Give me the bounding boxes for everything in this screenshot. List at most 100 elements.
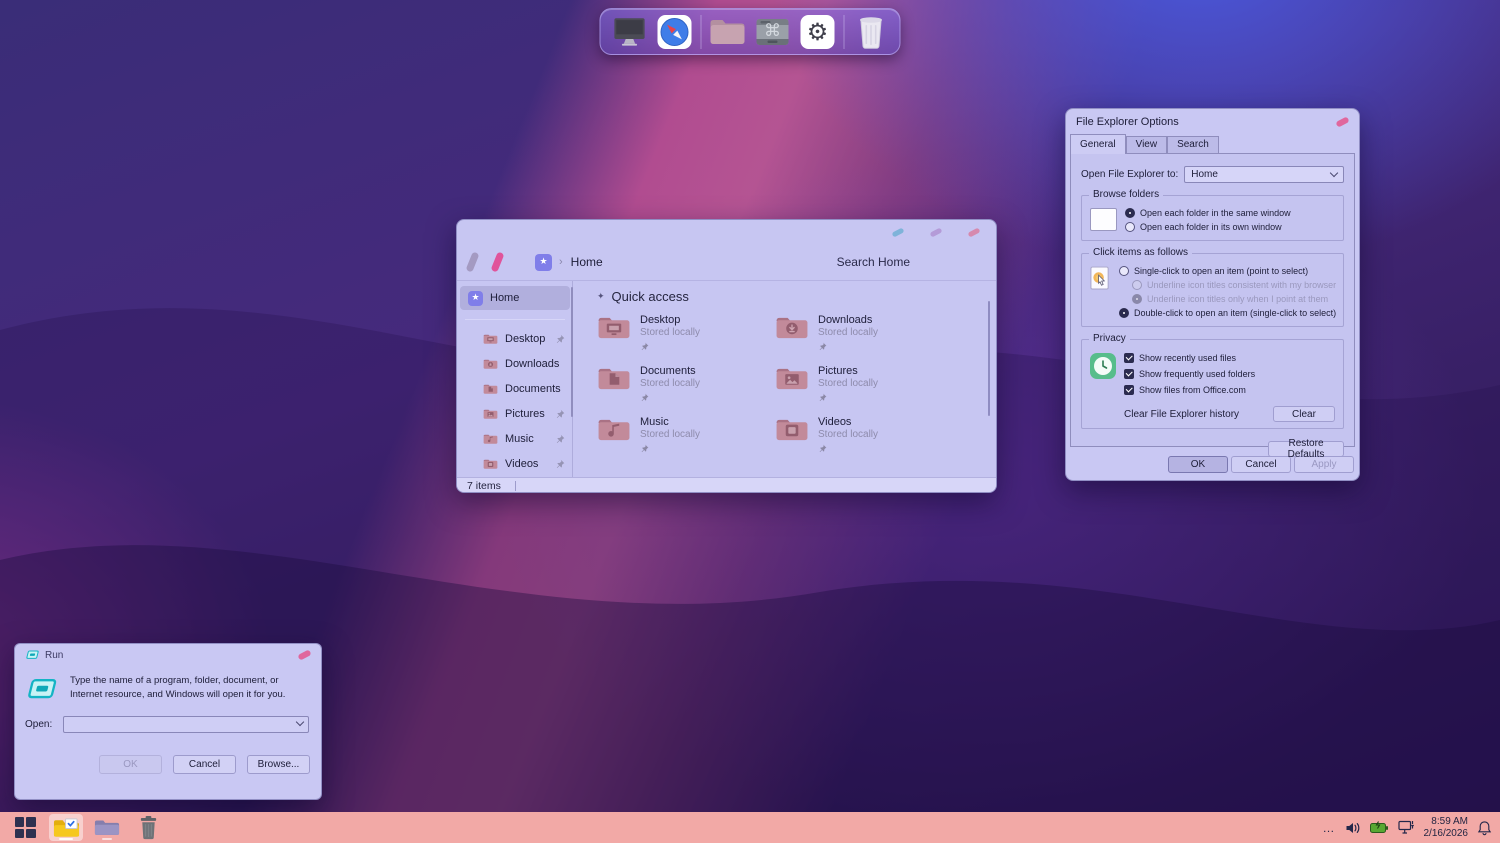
breadcrumb[interactable]: Home <box>571 255 603 269</box>
back-button[interactable] <box>466 251 480 272</box>
checkbox-office-files[interactable]: Show files from Office.com <box>1124 382 1335 398</box>
dialog-titlebar[interactable]: Run <box>15 644 321 666</box>
clear-history-label: Clear File Explorer history <box>1124 409 1239 420</box>
tray-overflow-icon[interactable]: … <box>1323 821 1336 835</box>
tile-music[interactable]: Music Stored locally <box>597 416 775 458</box>
tab-content: Open File Explorer to: Home Browse folde… <box>1070 153 1355 447</box>
cancel-button[interactable]: Cancel <box>173 755 236 774</box>
dialog-titlebar[interactable]: File Explorer Options <box>1066 109 1359 134</box>
pin-icon <box>818 393 827 402</box>
sidebar-item-downloads[interactable]: Downloads <box>457 351 573 376</box>
explorer-titlebar[interactable] <box>457 220 996 244</box>
sidebar-item-home[interactable]: ★ Home <box>460 286 570 310</box>
close-button[interactable] <box>1335 116 1349 127</box>
taskbar-trash-button[interactable] <box>131 814 165 841</box>
clear-button[interactable]: Clear <box>1273 406 1335 422</box>
running-indicator <box>102 838 112 840</box>
system-tray: … 8:59 AM 2/16/2026 <box>1323 816 1493 840</box>
notifications-bell-icon[interactable] <box>1477 820 1492 836</box>
tile-desktop[interactable]: Desktop Stored locally <box>597 314 775 356</box>
sidebar-item-label: Music <box>505 433 534 445</box>
checkbox-frequent-folders[interactable]: Show frequently used folders <box>1124 366 1335 382</box>
radio-underline-point: Underline icon titles only when I point … <box>1132 292 1335 306</box>
file-explorer-options-dialog: File Explorer Options General View Searc… <box>1065 108 1360 481</box>
tile-pictures[interactable]: Pictures Stored locally <box>775 365 953 407</box>
taskbar-clock[interactable]: 8:59 AM 2/16/2026 <box>1424 816 1469 840</box>
forward-button[interactable] <box>491 251 505 272</box>
group-title: Click items as follows <box>1089 247 1192 258</box>
tile-name: Downloads <box>818 314 878 326</box>
chevron-down-icon <box>1330 168 1338 176</box>
open-input[interactable] <box>63 716 309 733</box>
dock-divider <box>701 15 702 49</box>
dock-display-icon[interactable] <box>611 13 649 51</box>
dock-harddrive-icon[interactable]: ⌘ <box>754 13 792 51</box>
sidebar-item-documents[interactable]: Documents <box>457 376 573 401</box>
dock-trash-icon[interactable] <box>852 13 890 51</box>
radio-own-window[interactable]: Open each folder in its own window <box>1125 220 1335 234</box>
taskbar-folder-button[interactable] <box>90 814 124 841</box>
trash-icon <box>857 15 884 49</box>
tile-subtitle: Stored locally <box>818 429 878 440</box>
tile-name: Documents <box>640 365 700 377</box>
taskbar: … 8:59 AM 2/16/2026 <box>0 812 1500 843</box>
home-breadcrumb-icon[interactable]: ★ <box>535 254 552 271</box>
videos-folder-icon <box>483 458 498 470</box>
dock-folder-icon[interactable] <box>709 13 747 51</box>
checkbox-recent-files[interactable]: Show recently used files <box>1124 350 1335 366</box>
ok-button[interactable]: OK <box>1168 456 1228 473</box>
privacy-group: Privacy Show recently used files Show fr… <box>1081 339 1344 429</box>
tile-downloads[interactable]: Downloads Stored locally <box>775 314 953 356</box>
clock-date: 2/16/2026 <box>1424 828 1469 840</box>
open-to-dropdown[interactable]: Home <box>1184 166 1344 183</box>
tab-view[interactable]: View <box>1126 136 1168 153</box>
tile-documents[interactable]: Documents Stored locally <box>597 365 775 407</box>
sidebar-item-pictures[interactable]: Pictures <box>457 401 573 426</box>
tile-videos[interactable]: Videos Stored locally <box>775 416 953 458</box>
pin-icon <box>555 459 565 469</box>
dock-settings-icon[interactable]: ⚙ <box>799 13 837 51</box>
explorer-content: ✦ Quick access Desktop Stored locally Do… <box>573 281 996 477</box>
sidebar-item-label: Desktop <box>505 333 545 345</box>
radio-label: Open each folder in its own window <box>1140 222 1282 232</box>
sidebar-item-music[interactable]: Music <box>457 426 573 451</box>
pin-icon <box>818 444 827 453</box>
search-box[interactable]: Search Home <box>837 255 910 269</box>
taskbar-file-explorer-button[interactable] <box>49 814 83 841</box>
maximize-button[interactable] <box>930 227 943 237</box>
tile-name: Pictures <box>818 365 878 377</box>
status-divider <box>515 481 516 491</box>
pin-icon <box>555 409 565 419</box>
content-scrollbar[interactable] <box>988 301 990 416</box>
battery-icon[interactable] <box>1370 821 1389 834</box>
documents-folder-icon <box>483 383 498 395</box>
restore-defaults-button[interactable]: Restore Defaults <box>1268 441 1344 457</box>
radio-single-click[interactable]: Single-click to open an item (point to s… <box>1119 264 1335 278</box>
radio-icon <box>1119 308 1129 318</box>
tab-search[interactable]: Search <box>1167 136 1219 153</box>
section-title[interactable]: Quick access <box>612 289 689 304</box>
minimize-button[interactable] <box>892 227 905 237</box>
dock-safari-icon[interactable] <box>656 13 694 51</box>
tile-name: Videos <box>818 416 878 428</box>
radio-same-window[interactable]: Open each folder in the same window <box>1125 206 1335 220</box>
window-icon <box>1090 208 1117 231</box>
close-button[interactable] <box>968 227 981 237</box>
tab-general[interactable]: General <box>1070 134 1126 153</box>
volume-icon[interactable] <box>1345 821 1361 835</box>
tile-name: Music <box>640 416 700 428</box>
radio-double-click[interactable]: Double-click to open an item (single-cli… <box>1119 306 1335 320</box>
checkbox-icon <box>1124 353 1134 363</box>
network-icon[interactable] <box>1398 820 1415 835</box>
pin-icon <box>555 434 565 444</box>
sidebar-item-videos[interactable]: Videos <box>457 451 573 476</box>
browse-button[interactable]: Browse... <box>247 755 310 774</box>
ok-button[interactable]: OK <box>99 755 162 774</box>
downloads-folder-icon <box>483 358 498 370</box>
sidebar-item-desktop[interactable]: Desktop <box>457 326 573 351</box>
sidebar-item-label: Videos <box>505 458 538 470</box>
pin-icon <box>555 334 565 344</box>
close-button[interactable] <box>297 649 311 660</box>
pictures-folder-icon <box>483 408 498 420</box>
start-button[interactable] <box>8 814 42 841</box>
